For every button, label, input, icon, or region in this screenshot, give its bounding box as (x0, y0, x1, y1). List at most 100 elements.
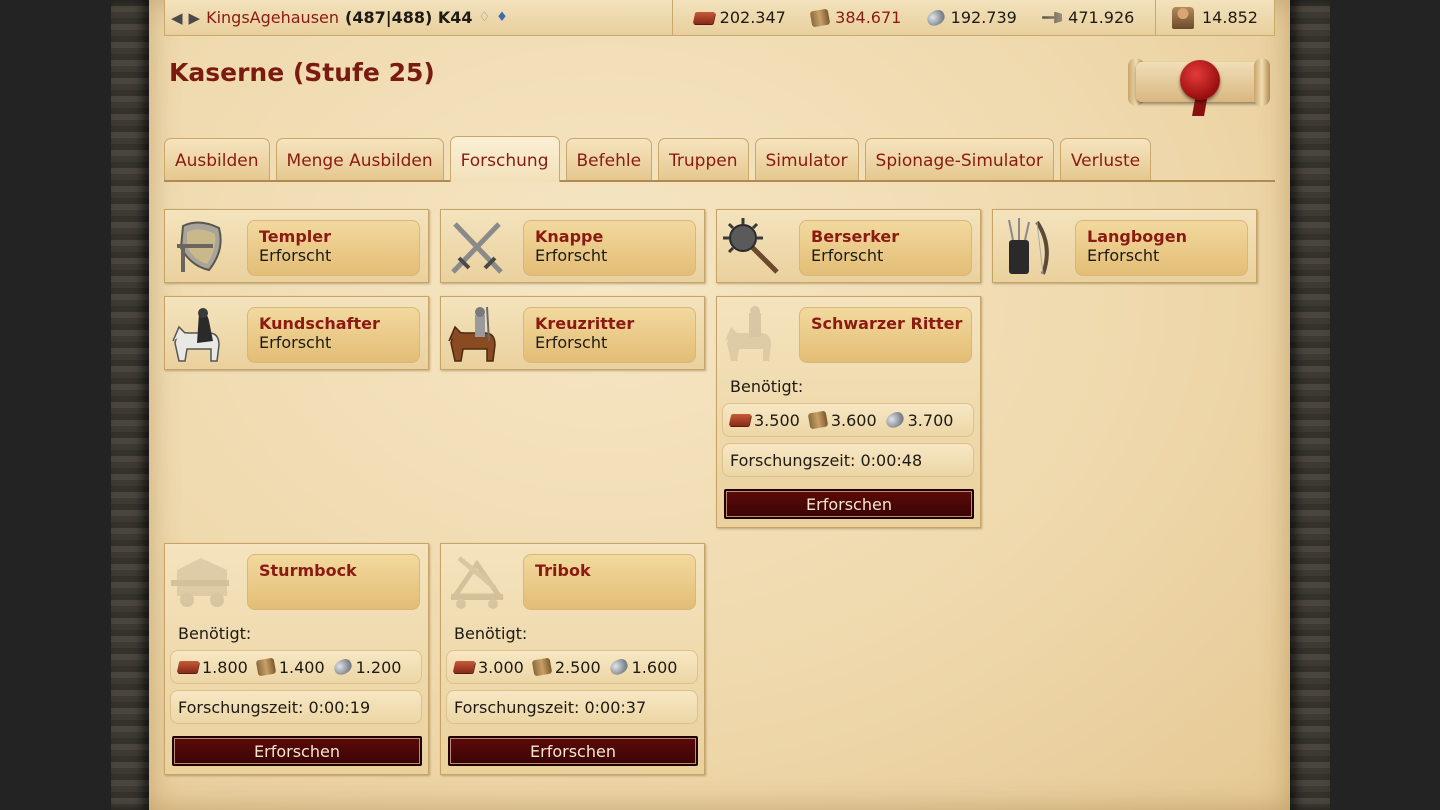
next-village-arrow-icon[interactable]: ▶ (189, 9, 201, 27)
required-label: Benötigt: (454, 624, 528, 643)
brick-amount: 202.347 (719, 8, 786, 27)
wood-icon (531, 657, 553, 677)
research-button[interactable]: Erforschen (172, 736, 422, 766)
village-name-link[interactable]: KingsAgehausen (206, 8, 339, 27)
unit-status: Erforscht (535, 333, 608, 352)
resource-wood: 384.671 (809, 8, 902, 27)
village-info: ◀ ▶ KingsAgehausen (487|488) K44 ♢ ♦ (165, 0, 673, 35)
cost-box: 3.000 2.500 1.600 (446, 650, 698, 684)
tab-forschung[interactable]: Forschung (449, 136, 560, 182)
wood-cost: 2.500 (554, 657, 601, 677)
tribok-unit-icon (450, 556, 504, 609)
unit-name: Kreuzritter (535, 314, 635, 333)
ore-icon (924, 7, 947, 28)
tab-bar: Ausbilden Menge Ausbilden Forschung Befe… (164, 136, 1275, 182)
tab-spionage-simulator[interactable]: Spionage-Simulator (864, 138, 1054, 180)
ore-cost: 3.700 (907, 410, 954, 430)
name-box: Berserker Erforscht (799, 220, 972, 276)
wood-icon (255, 657, 277, 677)
stone-wall-right (1290, 0, 1330, 810)
research-card-knappe: Knappe Erforscht (440, 209, 705, 283)
name-box: Tribok (523, 554, 696, 610)
tab-verluste[interactable]: Verluste (1059, 138, 1152, 180)
unit-name: Templer (259, 227, 331, 246)
unit-name: Tribok (535, 561, 591, 580)
village-coordinates: (487|488) K44 (345, 8, 473, 27)
brick-cost: 3.500 (754, 410, 800, 430)
brick-icon (728, 414, 752, 426)
unit-name: Kundschafter (259, 314, 380, 333)
research-time: Forschungszeit: 0:00:48 (722, 443, 974, 477)
page-title: Kaserne (Stufe 25) (169, 58, 435, 87)
research-time: Forschungszeit: 0:00:19 (170, 690, 422, 724)
wood-amount: 384.671 (835, 8, 902, 27)
wood-icon (809, 8, 831, 27)
name-box: Schwarzer Ritter (799, 307, 972, 363)
research-button[interactable]: Erforschen (724, 489, 974, 519)
blue-gem-icon[interactable]: ♦ (496, 10, 508, 25)
brick-cost: 3.000 (478, 657, 524, 677)
wood-cost: 1.400 (278, 657, 325, 677)
population-info: 14.852 (1156, 0, 1274, 35)
unit-status: Erforscht (1087, 246, 1160, 265)
resource-bar: 202.347 384.671 192.739 471.926 (673, 0, 1156, 35)
prev-village-arrow-icon[interactable]: ◀ (171, 9, 183, 27)
tab-ausbilden[interactable]: Ausbilden (164, 138, 270, 180)
tab-truppen[interactable]: Truppen (658, 138, 749, 180)
research-card-langbogen: Langbogen Erforscht (992, 209, 1257, 283)
schwarzer-ritter-unit-icon (725, 306, 771, 361)
langbogen-unit-icon (1008, 218, 1049, 275)
name-box: Kundschafter Erforscht (247, 307, 420, 363)
name-box: Kreuzritter Erforscht (523, 307, 696, 363)
required-label: Benötigt: (730, 377, 804, 396)
research-card-tribok: Tribok Benötigt: 3.000 2.500 1.600 Forsc… (440, 543, 705, 775)
research-button[interactable]: Erforschen (448, 736, 698, 766)
brick-icon (692, 11, 715, 24)
research-time: Forschungszeit: 0:00:37 (446, 690, 698, 724)
research-card-sturmbock: Sturmbock Benötigt: 1.800 1.400 1.200 Fo… (164, 543, 429, 775)
name-box: Knappe Erforscht (523, 220, 696, 276)
brick-cost: 1.800 (202, 657, 248, 677)
ore-cost: 1.600 (631, 657, 678, 677)
ore-icon (331, 656, 354, 678)
research-card-kreuzritter: Kreuzritter Erforscht (440, 296, 705, 370)
ore-icon (883, 409, 906, 431)
unit-status: Erforscht (259, 246, 332, 265)
kundschafter-unit-icon (172, 308, 220, 362)
ore-icon (607, 656, 630, 678)
unit-name: Langbogen (1087, 227, 1187, 246)
unit-status: Erforscht (811, 246, 884, 265)
resource-brick: 202.347 (692, 8, 786, 27)
unit-status: Erforscht (535, 246, 608, 265)
templer-unit-icon (177, 221, 222, 272)
name-box: Sturmbock (247, 554, 420, 610)
name-box: Langbogen Erforscht (1075, 220, 1248, 276)
unit-name: Sturmbock (259, 561, 357, 580)
resource-tools: 471.926 (1042, 8, 1134, 27)
resource-ore: 192.739 (924, 7, 1017, 28)
cost-box: 1.800 1.400 1.200 (170, 650, 422, 684)
wood-icon (807, 410, 829, 430)
brick-icon (452, 661, 476, 673)
tab-befehle[interactable]: Befehle (565, 138, 653, 180)
scroll-seal-icon[interactable] (1128, 56, 1270, 116)
berserker-unit-icon (723, 218, 779, 274)
silver-gem-icon[interactable]: ♢ (479, 10, 491, 25)
name-box: Templer Erforscht (247, 220, 420, 276)
tools-icon (1042, 11, 1063, 24)
kreuzritter-unit-icon (448, 306, 496, 362)
unit-name: Berserker (811, 227, 900, 246)
ore-amount: 192.739 (950, 8, 1017, 27)
unit-name: Knappe (535, 227, 604, 246)
top-bar: ◀ ▶ KingsAgehausen (487|488) K44 ♢ ♦ 202… (164, 0, 1275, 36)
stone-wall-left (111, 0, 149, 810)
research-card-kundschafter: Kundschafter Erforscht (164, 296, 429, 370)
wood-cost: 3.600 (830, 410, 877, 430)
peasant-icon (1172, 6, 1194, 29)
knappe-unit-icon (451, 222, 503, 274)
tab-simulator[interactable]: Simulator (754, 138, 859, 180)
population-amount: 14.852 (1202, 8, 1258, 27)
required-label: Benötigt: (178, 624, 252, 643)
cost-box: 3.500 3.600 3.700 (722, 403, 974, 437)
tab-menge-ausbilden[interactable]: Menge Ausbilden (275, 138, 444, 180)
